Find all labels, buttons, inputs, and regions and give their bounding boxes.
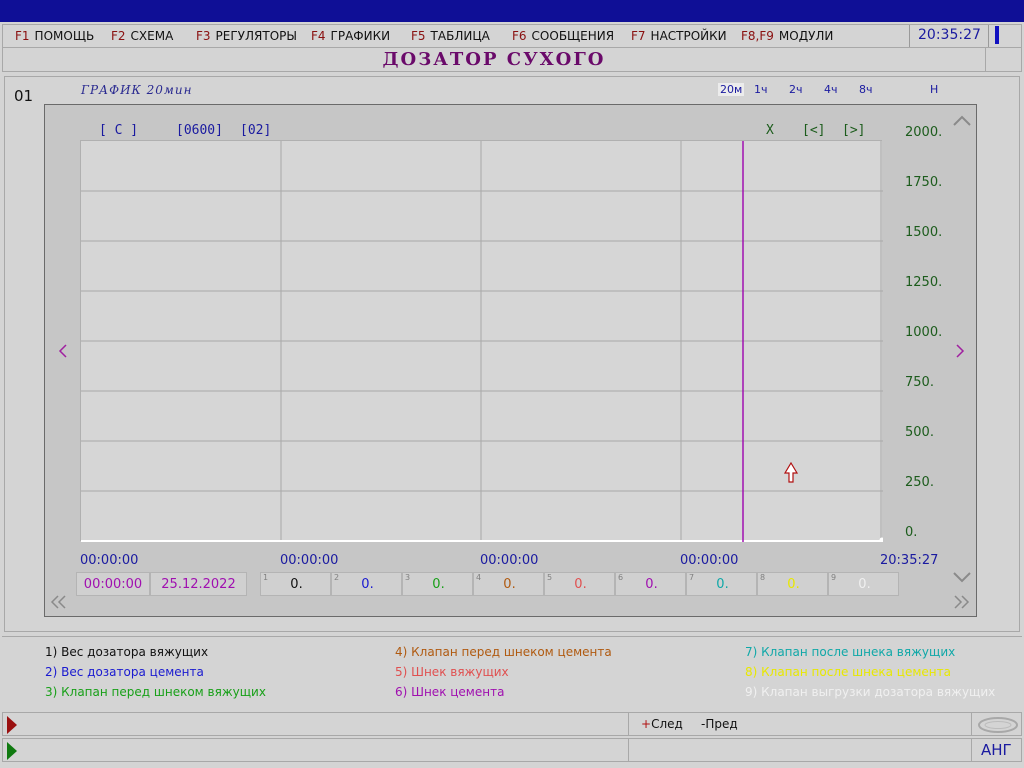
- legend-item: 9) Клапан выгрузки дозатора вяжущих: [745, 685, 996, 699]
- y-tick-label: 500.: [905, 425, 934, 440]
- menu-item-settings[interactable]: F7 НАСТРОЙКИ: [631, 29, 727, 43]
- footer-time: 00:00:00: [76, 572, 150, 596]
- link-icon[interactable]: [977, 716, 1019, 734]
- status-bar-bottom: АНГ: [2, 738, 1022, 762]
- range-1h-button[interactable]: 1ч: [754, 83, 768, 96]
- legend-item: 3) Клапан перед шнеком вяжущих: [45, 685, 266, 699]
- channel-value: 0.: [645, 577, 658, 592]
- channel-value: 0.: [361, 577, 374, 592]
- play-red-icon: [7, 716, 17, 734]
- channel-value: 0.: [432, 577, 445, 592]
- status-bar-top: +След -Пред: [2, 712, 1022, 736]
- legend-item: 1) Вес дозатора вяжущих: [45, 645, 209, 659]
- y-tick-label: 1500.: [905, 225, 943, 240]
- page-right-icon[interactable]: [952, 594, 970, 610]
- channel-value-box: 5 0.: [544, 572, 615, 596]
- cursor-next-button[interactable]: [>]: [842, 123, 865, 138]
- x-tick-label: 00:00:00: [680, 553, 739, 568]
- prev-button[interactable]: -Пред: [701, 717, 738, 731]
- menu-item-messages[interactable]: F6 СООБЩЕНИЯ: [512, 29, 614, 43]
- title-row: ДОЗАТОР СУХОГО: [2, 48, 1022, 72]
- channel-value-box: 7 0.: [686, 572, 757, 596]
- menu-item-graphs[interactable]: F4 ГРАФИКИ: [311, 29, 390, 43]
- cursor-prev-button[interactable]: [<]: [802, 123, 825, 138]
- function-key-menu: F1 ПОМОЩЬ F2 СХЕМА F3 РЕГУЛЯТОРЫ F4 ГРАФИКИ …: [2, 24, 1022, 48]
- channel-value-box: 3 0.: [402, 572, 473, 596]
- clock: 20:35:27: [909, 25, 989, 47]
- range-8h-button[interactable]: 8ч: [859, 83, 873, 96]
- x-tick-label: 00:00:00: [480, 553, 539, 568]
- footer-date: 25.12.2022: [150, 572, 247, 596]
- y-tick-label: 250.: [905, 475, 934, 490]
- channel-selector[interactable]: [ С ]: [99, 123, 138, 138]
- channel-value: 0.: [787, 577, 800, 592]
- menu-item-help[interactable]: F1 ПОМОЩЬ: [15, 29, 94, 43]
- y-tick-label: 1000.: [905, 325, 943, 340]
- mouse-cursor-icon: [783, 462, 799, 483]
- legend-item: 5) Шнек вяжущих: [395, 665, 509, 679]
- plot-area[interactable]: [80, 140, 883, 542]
- series-endpoint: [879, 537, 883, 542]
- y-tick-label: 0.: [905, 525, 918, 540]
- scroll-left-icon[interactable]: [57, 343, 69, 359]
- header-value-1[interactable]: [0600]: [176, 123, 223, 138]
- graph-title: ГРАФИК 20мин: [81, 83, 193, 97]
- range-4h-button[interactable]: 4ч: [824, 83, 838, 96]
- menu-item-modules[interactable]: F8,F9 МОДУЛИ: [741, 29, 833, 43]
- x-tick-label: 00:00:00: [80, 553, 139, 568]
- channel-value-box: 1 0.: [260, 572, 331, 596]
- channel-value: 0.: [503, 577, 516, 592]
- channel-value-box: 8 0.: [757, 572, 828, 596]
- legend: 1) Вес дозатора вяжущих 2) Вес дозатора ц…: [2, 636, 1022, 708]
- channel-value: 0.: [290, 577, 303, 592]
- channel-value-box: 4 0.: [473, 572, 544, 596]
- legend-item: 4) Клапан перед шнеком цемента: [395, 645, 612, 659]
- scroll-down-icon[interactable]: [952, 571, 972, 585]
- x-tick-label: 20:35:27: [880, 553, 939, 568]
- menu-item-regulators[interactable]: F3 РЕГУЛЯТОРЫ: [196, 29, 297, 43]
- menu-item-scheme[interactable]: F2 СХЕМА: [111, 29, 173, 43]
- range-20m-button[interactable]: 20м: [718, 83, 745, 96]
- y-tick-label: 750.: [905, 375, 934, 390]
- channel-value: 0.: [716, 577, 729, 592]
- channel-value-box: 2 0.: [331, 572, 402, 596]
- x-tick-label: 00:00:00: [280, 553, 339, 568]
- channel-value: 0.: [858, 577, 871, 592]
- h-button[interactable]: Н: [930, 83, 938, 96]
- y-tick-label: 1750.: [905, 175, 943, 190]
- play-green-icon: [7, 742, 17, 760]
- next-button[interactable]: +След: [641, 717, 683, 731]
- plot-svg: [81, 141, 883, 542]
- menu-item-table[interactable]: F5 ТАБЛИЦА: [411, 29, 490, 43]
- cursor-x-button[interactable]: Х: [766, 123, 774, 138]
- scroll-right-icon[interactable]: [954, 343, 966, 359]
- status-indicator: [995, 26, 999, 44]
- language-button[interactable]: АНГ: [981, 741, 1012, 759]
- legend-item: 7) Клапан после шнека вяжущих: [745, 645, 956, 659]
- screen-number: 01: [14, 87, 34, 105]
- channel-value: 0.: [574, 577, 587, 592]
- page-left-icon[interactable]: [50, 594, 68, 610]
- page-title: ДОЗАТОР СУХОГО: [382, 49, 606, 70]
- y-tick-label: 1250.: [905, 275, 943, 290]
- channel-value-box: 9 0.: [828, 572, 899, 596]
- header-value-2[interactable]: [02]: [240, 123, 271, 138]
- y-tick-label: 2000.: [905, 125, 943, 140]
- window-title-bar: [0, 0, 1024, 22]
- channel-value-box: 6 0.: [615, 572, 686, 596]
- scroll-up-icon[interactable]: [952, 113, 972, 127]
- legend-item: 2) Вес дозатора цемента: [45, 665, 204, 679]
- legend-item: 8) Клапан после шнека цемента: [745, 665, 951, 679]
- legend-item: 6) Шнек цемента: [395, 685, 505, 699]
- range-2h-button[interactable]: 2ч: [789, 83, 803, 96]
